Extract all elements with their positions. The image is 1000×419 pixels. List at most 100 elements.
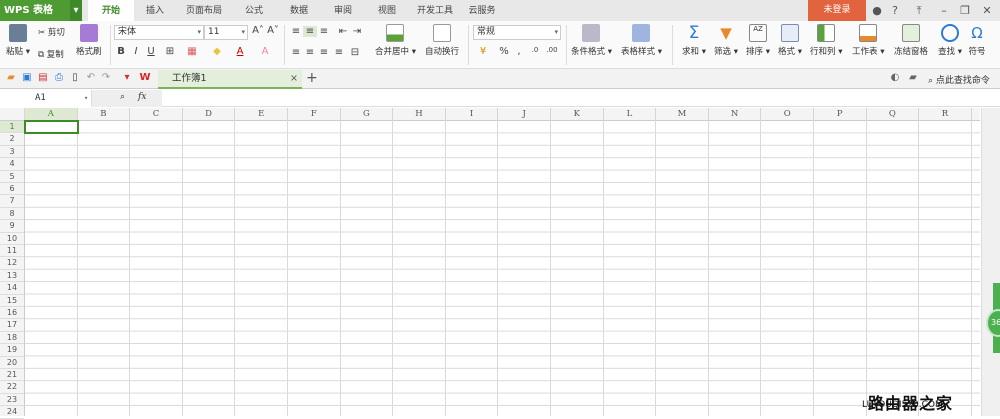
increase-decimal-icon[interactable]: .0 <box>528 46 542 54</box>
indent-increase-icon[interactable]: ⇥ <box>350 26 364 37</box>
row-header[interactable]: 3 <box>0 146 24 159</box>
table-style-button[interactable]: 表格样式 ▾ <box>621 24 662 57</box>
login-button[interactable]: 未登录 <box>808 0 866 21</box>
close-tab-icon[interactable]: × <box>290 70 298 87</box>
conditional-format-button[interactable]: 条件格式 ▾ <box>571 24 612 57</box>
font-color-icon[interactable]: A <box>233 46 247 57</box>
wps-icon[interactable]: W <box>138 72 152 83</box>
print-icon[interactable]: ⎙ <box>52 72 66 83</box>
new-tab-button[interactable]: + <box>306 70 318 86</box>
indent-decrease-icon[interactable]: ⇤ <box>336 26 350 37</box>
percent-button[interactable]: % <box>497 46 511 57</box>
row-header[interactable]: 8 <box>0 208 24 221</box>
justify-icon[interactable]: ≡ <box>332 47 346 58</box>
row-header[interactable]: 18 <box>0 332 24 345</box>
name-box[interactable]: A1 ▾ <box>0 90 92 107</box>
row-header[interactable]: 9 <box>0 220 24 233</box>
comma-button[interactable]: , <box>512 46 526 57</box>
distribute-icon[interactable]: ⊟ <box>348 47 362 58</box>
column-header[interactable]: F <box>288 108 341 121</box>
save-icon[interactable]: ▣ <box>20 72 34 83</box>
column-header[interactable]: K <box>551 108 604 121</box>
fx-button[interactable]: fx <box>138 92 146 102</box>
column-header[interactable]: N <box>709 108 762 121</box>
align-right-icon[interactable]: ≡ <box>317 47 331 58</box>
row-header[interactable]: 6 <box>0 183 24 196</box>
zoom-icon[interactable]: ⌕ <box>120 92 125 102</box>
border-icon[interactable]: ⊞ <box>163 46 177 57</box>
column-header[interactable]: Q <box>867 108 920 121</box>
align-left-icon[interactable]: ≡ <box>289 47 303 58</box>
row-header[interactable]: 17 <box>0 319 24 332</box>
copy-button[interactable]: ⧉ 复制 <box>38 48 64 60</box>
column-header[interactable]: P <box>814 108 867 121</box>
row-header[interactable]: 20 <box>0 357 24 369</box>
print-preview-icon[interactable]: ▯ <box>68 72 82 83</box>
tab-0[interactable]: 开始 <box>88 0 134 21</box>
column-header[interactable]: L <box>604 108 657 121</box>
row-header[interactable]: 19 <box>0 344 24 357</box>
find-button[interactable]: 查找 ▾ <box>938 24 962 57</box>
worksheet-button[interactable]: 工作表 ▾ <box>852 24 884 57</box>
row-header[interactable]: 16 <box>0 307 24 320</box>
column-header[interactable]: M <box>656 108 709 121</box>
filter-button[interactable]: ▼ 筛选 ▾ <box>714 24 738 57</box>
font-select[interactable]: 宋体 ▾ <box>114 25 204 40</box>
row-header[interactable]: 15 <box>0 295 24 307</box>
tab-3[interactable]: 公式 <box>232 0 276 21</box>
align-middle-icon[interactable]: ≡ <box>303 26 317 37</box>
column-header[interactable]: C <box>130 108 183 121</box>
align-center-icon[interactable]: ≡ <box>303 47 317 58</box>
row-header[interactable]: 22 <box>0 381 24 394</box>
column-header[interactable]: E <box>235 108 288 121</box>
fill-color-icon[interactable]: ◆ <box>210 46 224 57</box>
restore-ribbon-icon[interactable]: ⤒ <box>910 0 928 21</box>
customize-icon[interactable]: ▾ <box>120 72 134 83</box>
redo-icon[interactable]: ↷ <box>99 72 113 83</box>
tab-8[interactable]: 云服务 <box>460 0 504 21</box>
app-menu-button[interactable]: WPS 表格 ▾ <box>0 0 82 21</box>
wrap-text-button[interactable]: 自动换行 <box>425 24 459 57</box>
vertical-scrollbar[interactable] <box>981 108 1000 416</box>
font-size-select[interactable]: 11 ▾ <box>204 25 248 40</box>
help-icon[interactable]: ? <box>886 0 904 21</box>
row-header[interactable]: 14 <box>0 282 24 295</box>
sort-button[interactable]: AZ 排序 ▾ <box>746 24 770 57</box>
column-header[interactable]: D <box>183 108 236 121</box>
row-header[interactable]: 10 <box>0 233 24 245</box>
paste-button[interactable]: 粘贴 ▾ <box>6 24 30 57</box>
column-header[interactable]: I <box>446 108 499 121</box>
font-shrink-icon[interactable]: A˅ <box>266 25 280 36</box>
row-header[interactable]: 13 <box>0 270 24 283</box>
document-tab[interactable]: 工作簿1 × <box>158 70 302 89</box>
format-button[interactable]: 格式 ▾ <box>778 24 802 57</box>
tab-6[interactable]: 视图 <box>365 0 409 21</box>
comment-icon[interactable]: ▰ <box>906 72 920 83</box>
freeze-panes-button[interactable]: 冻结窗格 <box>894 24 928 57</box>
tab-5[interactable]: 审阅 <box>322 0 364 21</box>
column-header[interactable]: R <box>919 108 972 121</box>
tab-7[interactable]: 开发工具 <box>411 0 459 21</box>
column-header[interactable]: G <box>341 108 394 121</box>
merge-center-button[interactable]: 合并居中 ▾ <box>375 24 416 57</box>
bold-button[interactable]: B <box>114 46 128 57</box>
close-button[interactable]: ✕ <box>978 0 996 21</box>
cell-grid[interactable] <box>25 121 980 416</box>
maximize-button[interactable]: ❐ <box>956 0 974 21</box>
row-header[interactable]: 4 <box>0 158 24 171</box>
tab-2[interactable]: 页面布局 <box>176 0 232 21</box>
format-painter-button[interactable]: 格式刷 <box>76 24 102 57</box>
tab-4[interactable]: 数据 <box>277 0 321 21</box>
symbol-button[interactable]: Ω 符号 <box>968 24 986 57</box>
minimize-button[interactable]: – <box>935 0 953 21</box>
column-header[interactable]: J <box>498 108 551 121</box>
tab-1[interactable]: 插入 <box>135 0 175 21</box>
cell-style-icon[interactable]: ▦ <box>185 46 199 57</box>
font-grow-icon[interactable]: A˄ <box>251 25 265 36</box>
row-header[interactable]: 23 <box>0 394 24 407</box>
undo-icon[interactable]: ↶ <box>84 72 98 83</box>
row-header[interactable]: 24 <box>0 406 24 419</box>
open-icon[interactable]: ▰ <box>4 72 18 83</box>
share-icon[interactable]: ◐ <box>888 72 902 83</box>
row-header[interactable]: 2 <box>0 133 24 146</box>
